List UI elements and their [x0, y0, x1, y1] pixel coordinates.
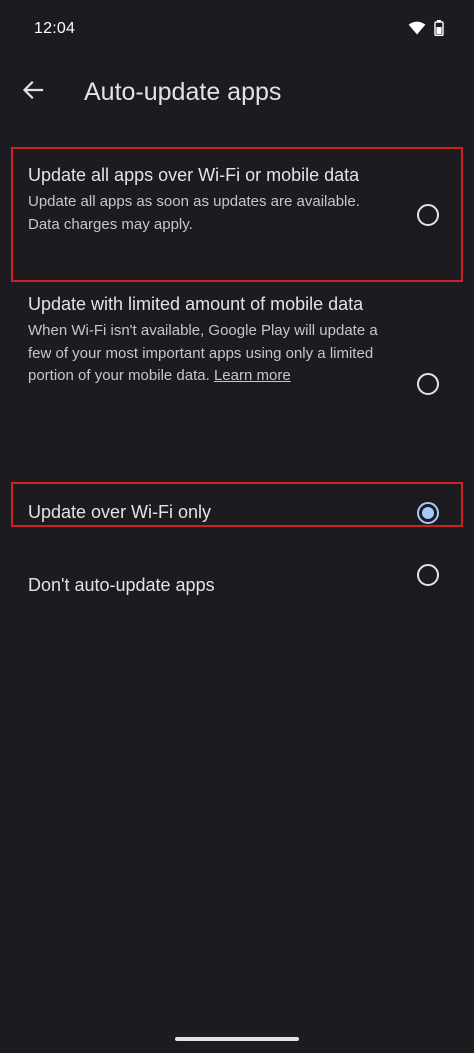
battery-icon [434, 20, 444, 41]
wifi-icon [408, 21, 426, 40]
gesture-nav-handle[interactable] [175, 1037, 299, 1041]
option-description: When Wi-Fi isn't available, Google Play … [28, 320, 384, 388]
option-update-limited-mobile-data[interactable]: Update with limited amount of mobile dat… [0, 282, 474, 486]
option-title: Update over Wi-Fi only [28, 502, 212, 522]
top-app-bar: Auto-update apps [0, 60, 474, 124]
radio-button[interactable] [417, 373, 439, 395]
status-bar: 12:04 [0, 0, 474, 60]
radio-button[interactable] [417, 204, 439, 226]
option-description-text: When Wi-Fi isn't available, Google Play … [28, 322, 378, 384]
option-description: Update all apps as soon as updates are a… [28, 193, 360, 233]
option-update-wifi-only[interactable]: Update over Wi-Fi only [0, 486, 474, 540]
auto-update-options: Update all apps over Wi-Fi or mobile dat… [0, 148, 474, 610]
radio-button-selected[interactable] [417, 502, 439, 524]
page-title: Auto-update apps [84, 78, 282, 106]
arrow-left-icon [22, 79, 44, 106]
status-icons [408, 20, 444, 41]
option-dont-auto-update[interactable]: Don't auto-update apps [0, 540, 474, 610]
option-title: Update all apps over Wi-Fi or mobile dat… [28, 165, 360, 185]
radio-button[interactable] [417, 564, 439, 586]
status-time: 12:04 [34, 20, 76, 37]
back-button[interactable] [14, 73, 52, 111]
learn-more-link[interactable]: Learn more [214, 367, 291, 384]
option-title: Update with limited amount of mobile dat… [28, 294, 364, 314]
option-title: Don't auto-update apps [28, 575, 215, 595]
option-update-all-wifi-or-mobile[interactable]: Update all apps over Wi-Fi or mobile dat… [0, 148, 474, 282]
